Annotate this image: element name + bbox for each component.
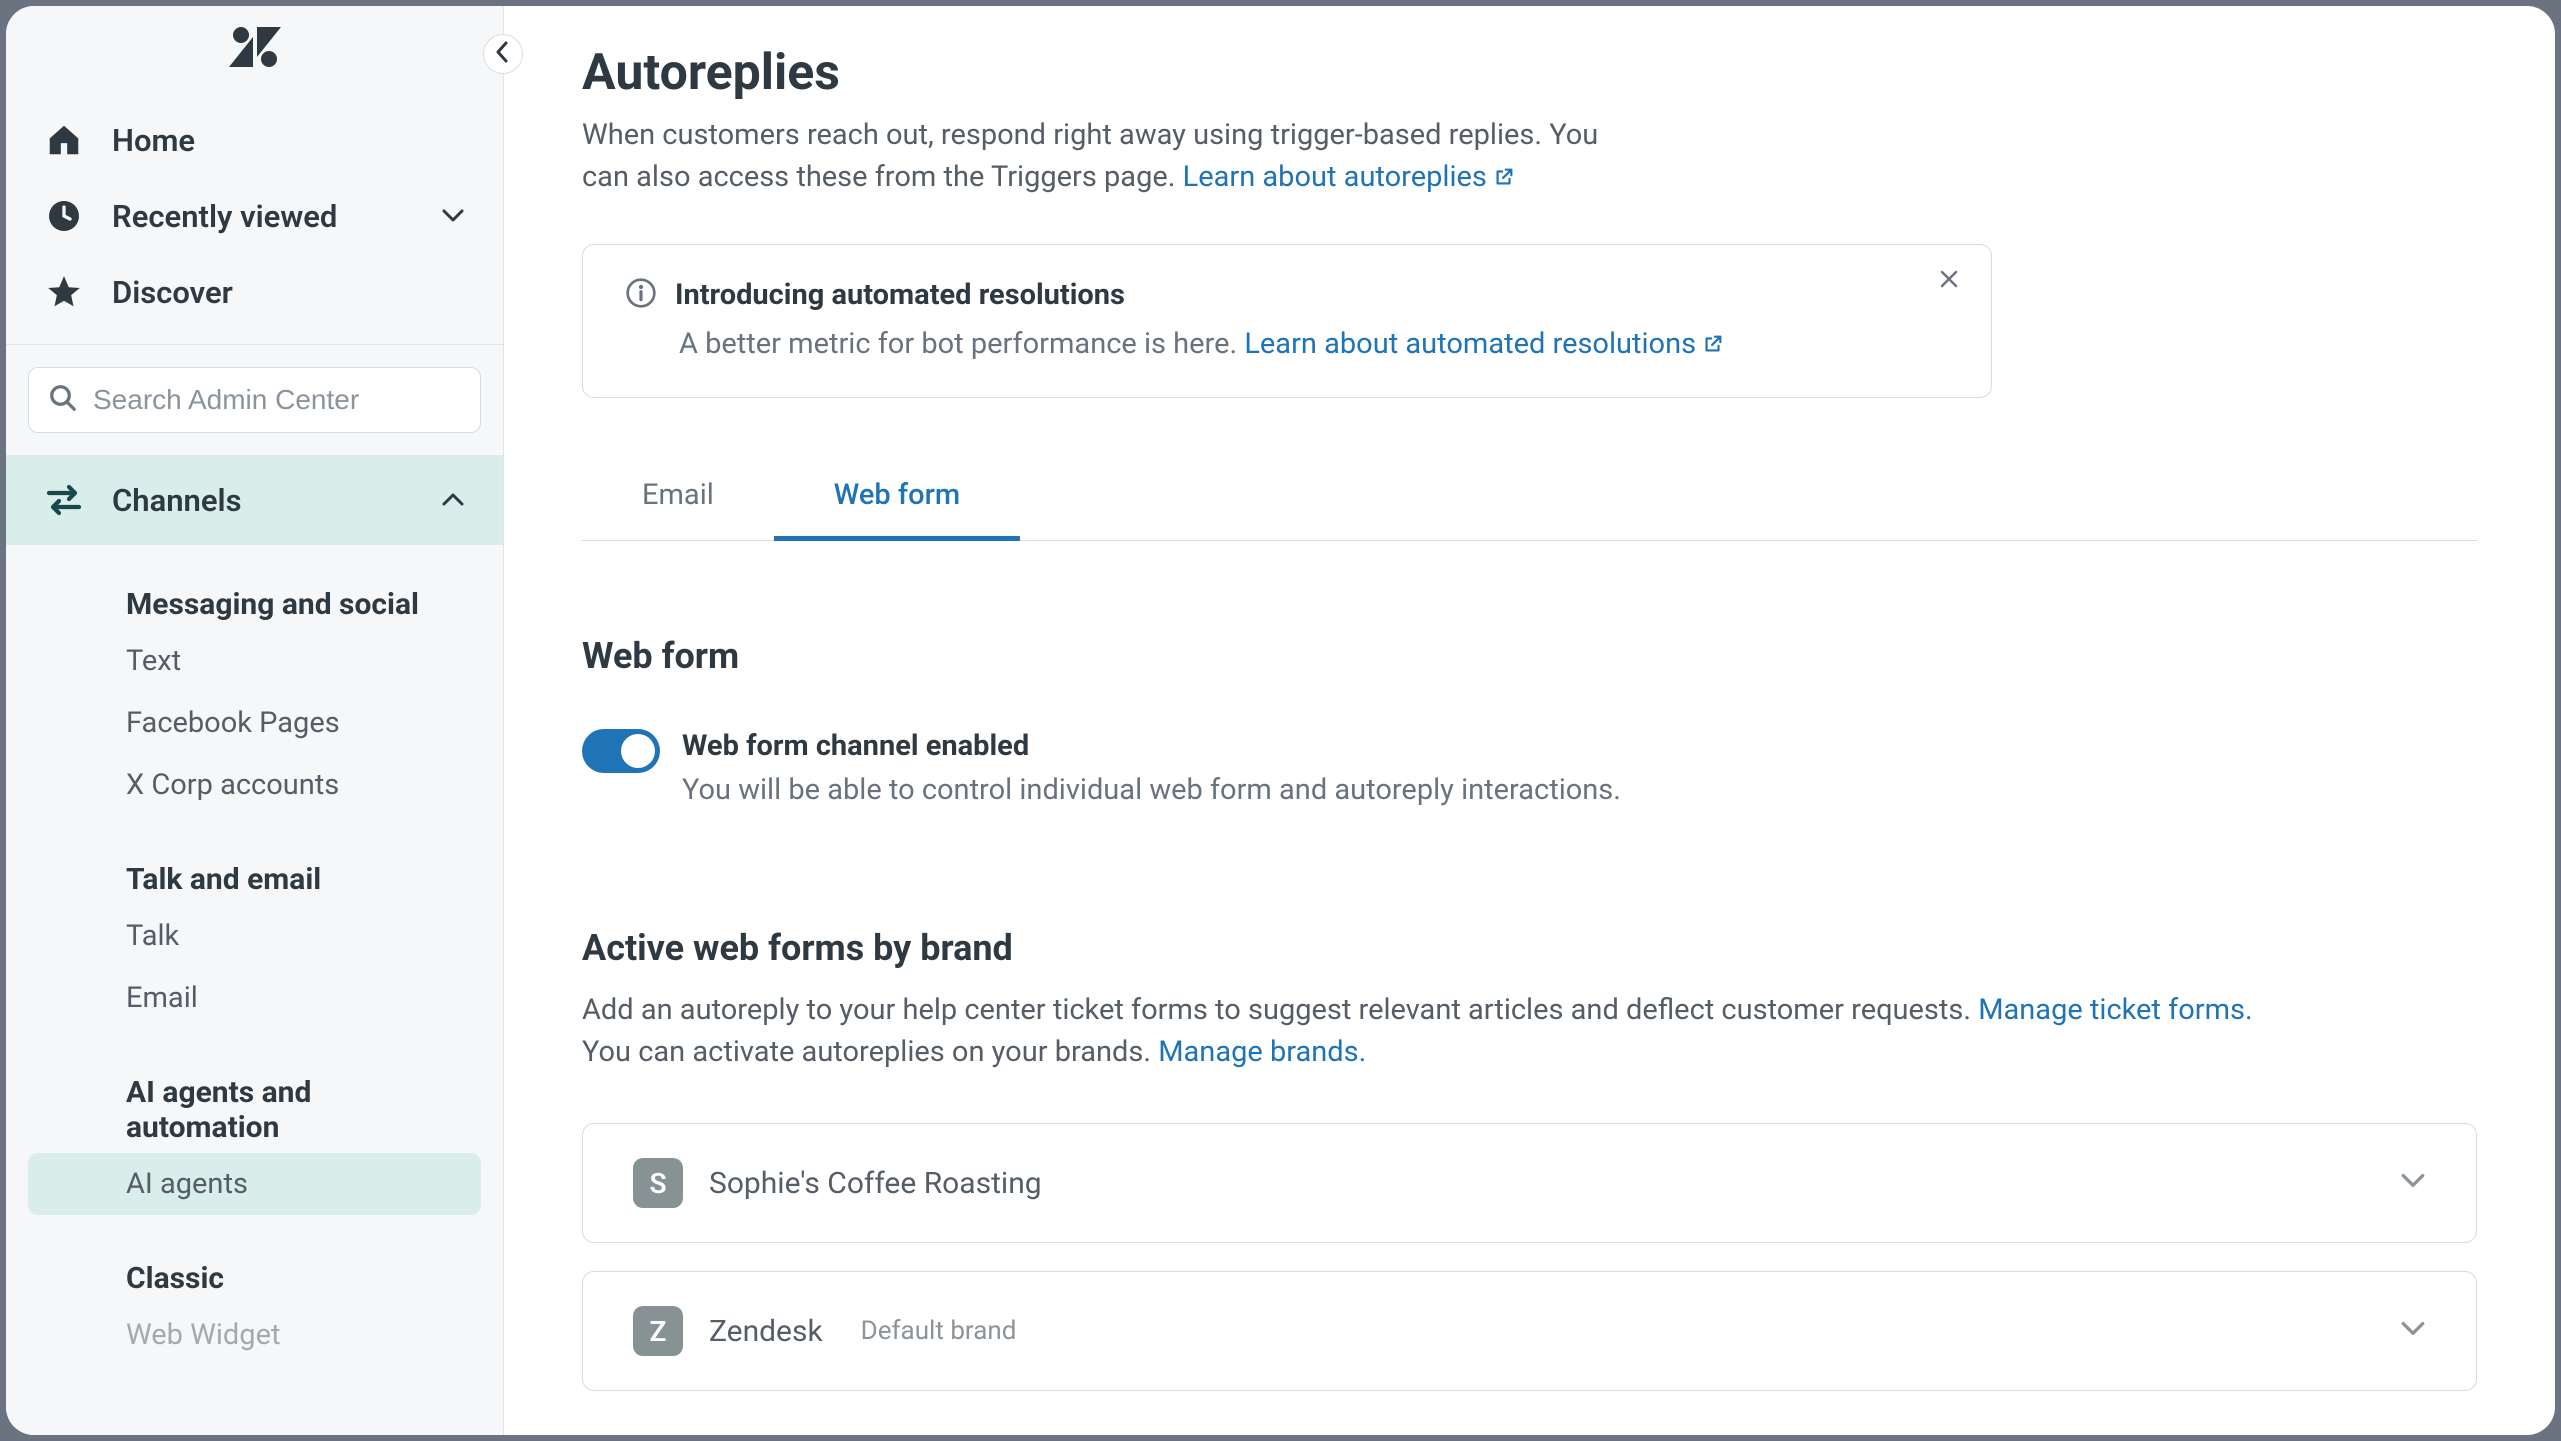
chevron-down-icon: [2400, 1172, 2426, 1194]
page-title: Autoreplies: [582, 44, 2477, 102]
info-alert: Introducing automated resolutions A bett…: [582, 244, 1992, 398]
learn-automated-resolutions-link[interactable]: Learn about automated resolutions: [1244, 327, 1724, 361]
nav-discover-label: Discover: [112, 274, 233, 311]
chevron-down-icon: [439, 208, 467, 224]
subgroup-title: Classic: [6, 1215, 503, 1304]
brand-row[interactable]: S Sophie's Coffee Roasting: [582, 1123, 2477, 1243]
alert-body: A better metric for bot performance is h…: [625, 327, 1949, 363]
brand-badge: S: [633, 1158, 683, 1208]
clock-icon: [42, 198, 86, 234]
zendesk-logo-icon: [229, 27, 281, 67]
nav-recently-viewed[interactable]: Recently viewed: [6, 178, 503, 254]
search-icon: [48, 383, 78, 417]
manage-ticket-forms-link[interactable]: Manage ticket forms.: [1978, 993, 2252, 1027]
alert-body-text: A better metric for bot performance is h…: [679, 327, 1237, 361]
section-brands-title: Active web forms by brand: [582, 927, 2477, 969]
subnav-ai-agents[interactable]: AI agents: [28, 1153, 481, 1215]
search-input[interactable]: [28, 367, 481, 433]
brand-badge: Z: [633, 1306, 683, 1356]
brand-row[interactable]: Z Zendesk Default brand: [582, 1271, 2477, 1391]
subgroup-title: AI agents and automation: [6, 1029, 503, 1153]
nav-discover[interactable]: Discover: [6, 254, 503, 330]
manage-brands-link[interactable]: Manage brands.: [1158, 1035, 1366, 1069]
subgroup-title: Talk and email: [6, 816, 503, 905]
toggle-body: You will be able to control individual w…: [682, 773, 1621, 807]
chevron-up-icon: [439, 492, 467, 508]
nav-section-channels[interactable]: Channels: [6, 455, 503, 545]
chevron-left-icon: [494, 41, 512, 67]
brand-name: Sophie's Coffee Roasting: [709, 1166, 1042, 1201]
alert-link-text: Learn about automated resolutions: [1244, 327, 1696, 361]
subgroup-title: Messaging and social: [6, 569, 503, 630]
tab-email[interactable]: Email: [582, 462, 774, 541]
brands-description: Add an autoreply to your help center tic…: [582, 989, 2477, 1073]
external-link-icon: [1493, 158, 1515, 200]
brand-list: S Sophie's Coffee Roasting Z Zendesk Def…: [582, 1123, 2477, 1391]
tabs: Email Web form: [582, 462, 2477, 541]
page-description: When customers reach out, respond right …: [582, 114, 1642, 200]
subnav-web-widget[interactable]: Web Widget: [6, 1304, 503, 1366]
tab-web-form[interactable]: Web form: [774, 462, 1020, 541]
star-icon: [42, 273, 86, 311]
subnav-facebook-pages[interactable]: Facebook Pages: [6, 692, 503, 754]
info-icon: [625, 277, 657, 313]
main-content: Autoreplies When customers reach out, re…: [504, 6, 2555, 1435]
subnav-text[interactable]: Text: [6, 630, 503, 692]
home-icon: [42, 121, 86, 159]
transfer-arrows-icon: [42, 483, 86, 517]
external-link-icon: [1702, 329, 1724, 363]
learn-autoreplies-link[interactable]: Learn about autoreplies: [1183, 160, 1515, 194]
brand-name: Zendesk: [709, 1314, 823, 1349]
sidebar: Home Recently viewed Discover: [6, 6, 504, 1435]
toggle-title: Web form channel enabled: [682, 729, 1621, 763]
subnav-x-corp[interactable]: X Corp accounts: [6, 754, 503, 816]
subnav-talk[interactable]: Talk: [6, 905, 503, 967]
search-wrap: [6, 345, 503, 455]
primary-nav: Home Recently viewed Discover: [6, 88, 503, 340]
channels-subnav: Messaging and social Text Facebook Pages…: [6, 545, 503, 1426]
alert-close-button[interactable]: [1933, 265, 1965, 297]
subnav-email[interactable]: Email: [6, 967, 503, 1029]
section-web-form-title: Web form: [582, 635, 2477, 677]
channels-label: Channels: [112, 482, 242, 519]
brand-default-tag: Default brand: [861, 1316, 1017, 1346]
web-form-toggle[interactable]: [582, 729, 660, 773]
close-icon: [1939, 269, 1959, 293]
brands-p1: Add an autoreply to your help center tic…: [582, 993, 1971, 1027]
alert-title: Introducing automated resolutions: [675, 278, 1125, 312]
chevron-down-icon: [2400, 1320, 2426, 1342]
nav-home-label: Home: [112, 122, 195, 159]
logo-row: [6, 6, 503, 88]
collapse-sidebar-button[interactable]: [483, 34, 523, 74]
nav-recent-label: Recently viewed: [112, 198, 337, 235]
learn-link-text: Learn about autoreplies: [1183, 160, 1487, 194]
toggle-row: Web form channel enabled You will be abl…: [582, 729, 2477, 807]
nav-home[interactable]: Home: [6, 102, 503, 178]
brands-p2: You can activate autoreplies on your bra…: [582, 1035, 1151, 1069]
toggle-knob: [621, 734, 655, 768]
